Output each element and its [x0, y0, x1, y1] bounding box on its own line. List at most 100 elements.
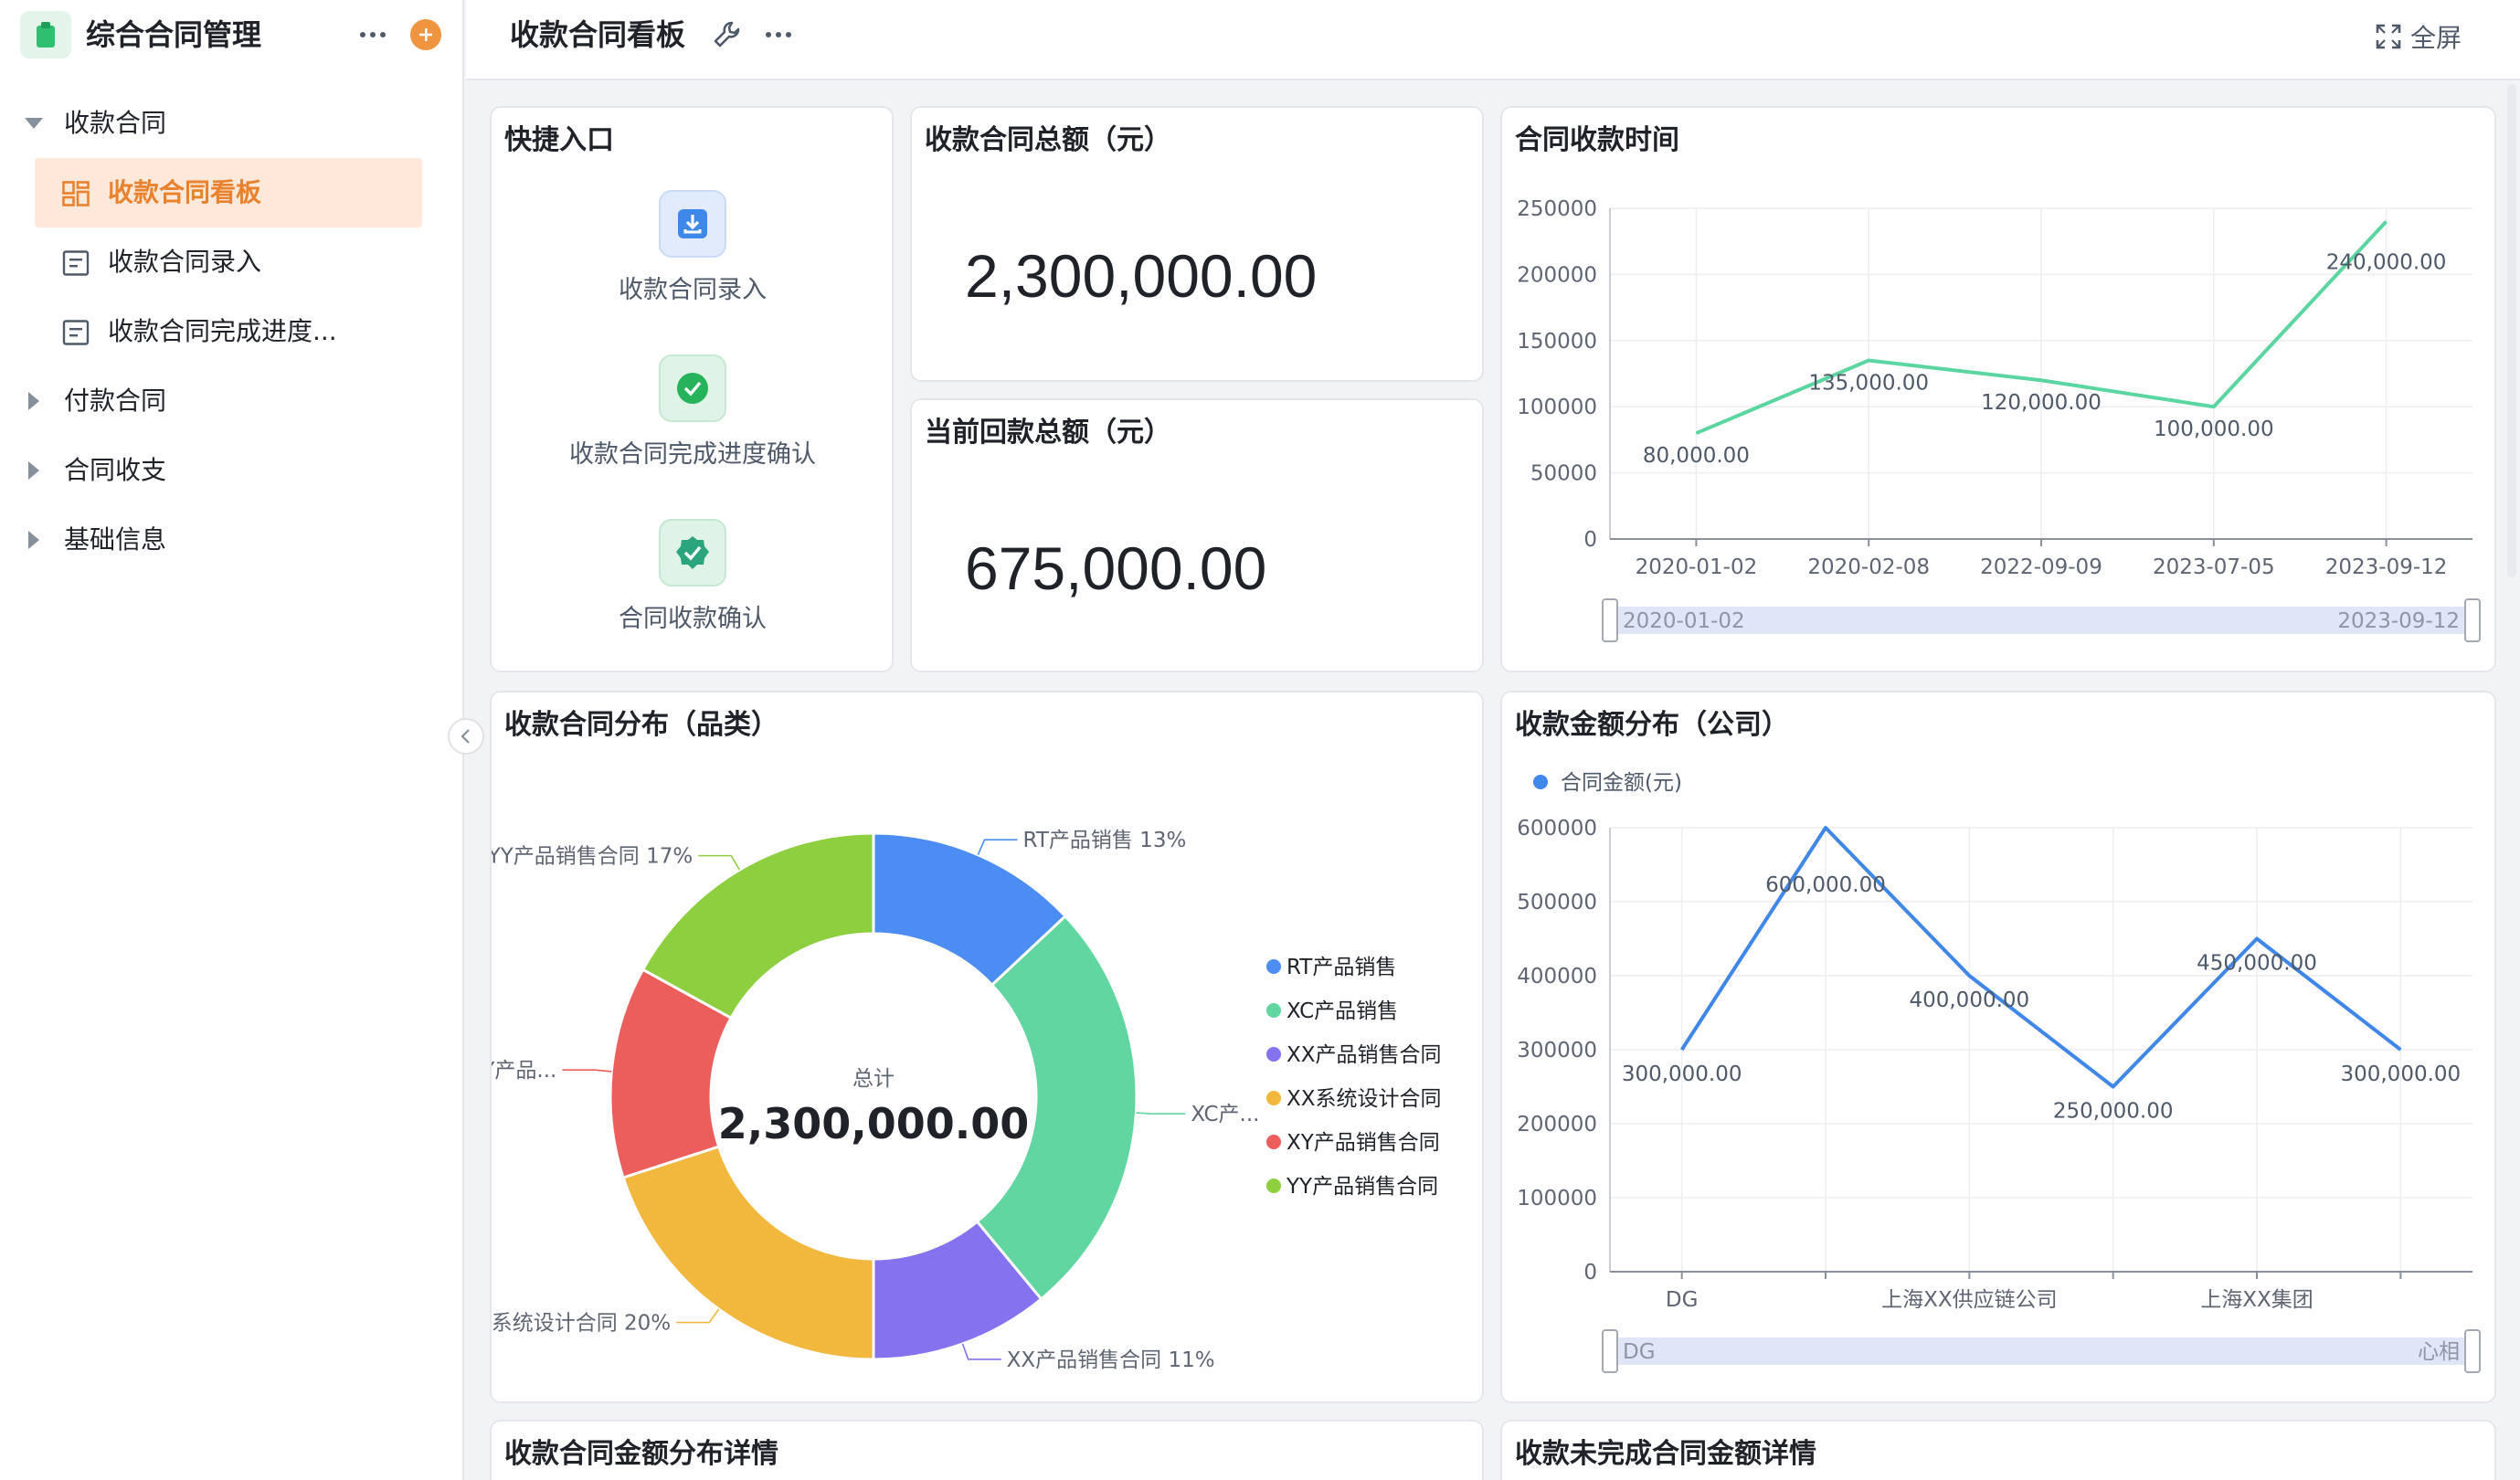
data-label: 135,000.00: [1808, 372, 1929, 396]
legend-marker: [1266, 1047, 1281, 1062]
zoom-slider-start-label: DG: [1623, 1340, 1656, 1364]
expand-icon: [2376, 24, 2401, 49]
data-label: 300,000.00: [2340, 1062, 2461, 1086]
x-tick-label: 2023-09-12: [2325, 555, 2448, 579]
caret-right-icon: [24, 460, 44, 481]
category-chart-card: 收款合同分布（品类） RT产品销售 13%XC产...XX产品销售合同 11%X…: [490, 691, 1484, 1403]
zoom-slider-handle-right: [2464, 1329, 2481, 1373]
unfinished-detail-card: 收款未完成合同金额详情: [1500, 1420, 2496, 1480]
zoom-slider-start-label: 2020-01-02: [1623, 609, 1745, 633]
sidebar: 综合合同管理 收款合同 收款合同看板 收款合同录入 收款合同完成进度... 付款…: [0, 0, 464, 1480]
y-tick-label: 100000: [1517, 396, 1597, 419]
data-label: 450,000.00: [2197, 952, 2317, 976]
slice-leader-line: [698, 854, 741, 871]
data-label: 400,000.00: [1909, 988, 2029, 1012]
y-tick-label: 50000: [1530, 462, 1597, 486]
legend-label: XY产品销售合同: [1286, 1131, 1440, 1155]
sidebar-group-label: 合同收支: [64, 455, 167, 485]
zoom-slider-end-label: 2023-09-12: [2337, 609, 2460, 633]
time-line-chart: 0 50000 100000 150000 200000 250000 2020-01-02…: [1517, 197, 2481, 642]
sidebar-group-payment[interactable]: 付款合同: [0, 366, 464, 436]
x-tick-label: 2023-07-05: [2153, 555, 2275, 579]
shortcut-collection-confirm[interactable]: 合同收款确认: [492, 519, 892, 636]
slice-label: XY产品...: [492, 1059, 556, 1083]
company-chart-card: 收款金额分布（公司） 合同金额(元) 0 100000 200000 300000 400…: [1500, 691, 2496, 1403]
slice-label: XC产...: [1191, 1103, 1259, 1126]
legend-marker: [1533, 775, 1548, 789]
slice-leader-line: [1136, 1112, 1186, 1115]
slice-leader-line: [562, 1069, 612, 1073]
wrench-icon[interactable]: [711, 18, 744, 51]
collapse-sidebar-button[interactable]: [448, 718, 484, 755]
card-title: 快捷入口: [504, 124, 614, 156]
page-scrollbar[interactable]: [2507, 84, 2516, 577]
legend-marker: [1266, 1135, 1281, 1149]
x-tick-label: 上海XX集团: [2200, 1288, 2314, 1312]
x-tick-label: 2020-02-08: [1807, 555, 1930, 579]
card-title: 收款合同总额（元）: [925, 124, 1171, 156]
card-title: 收款未完成合同金额详情: [1515, 1438, 1816, 1470]
sidebar-group-basic-info[interactable]: 基础信息: [0, 505, 464, 575]
y-tick-label: 0: [1583, 1261, 1597, 1284]
data-label: 250,000.00: [2053, 1100, 2174, 1124]
y-tick-label: 0: [1583, 528, 1597, 552]
shortcut-label: 收款合同录入: [619, 276, 767, 304]
page-header: 收款合同看板 全屏: [466, 0, 2520, 80]
donut-center-label: 总计: [852, 1067, 895, 1091]
zoom-slider-handle-left: [1602, 598, 1618, 642]
fullscreen-button[interactable]: 全屏: [2376, 18, 2462, 55]
add-icon[interactable]: [410, 19, 441, 50]
y-tick-label: 100000: [1517, 1187, 1597, 1210]
y-tick-label: 300000: [1517, 1039, 1597, 1062]
shortcut-progress-confirm[interactable]: 收款合同完成进度确认: [492, 354, 892, 471]
slice-leader-line: [977, 839, 1018, 856]
check-circle-icon: [659, 354, 726, 422]
check-badge-icon: [659, 519, 726, 587]
company-line-chart: 合同金额(元) 0 100000 200000 300000 400000 500000 60…: [1517, 771, 2481, 1373]
page-title: 收款合同看板: [510, 17, 686, 52]
legend-label: XC产品销售: [1286, 999, 1398, 1023]
sidebar-item-receipt-entry[interactable]: 收款合同录入: [0, 227, 464, 297]
y-tick-label: 600000: [1517, 817, 1597, 840]
x-tick-label: 上海XX供应链公司: [1881, 1288, 2058, 1312]
sidebar-group-label: 付款合同: [64, 386, 167, 416]
sidebar-item-label: 收款合同完成进度...: [108, 316, 337, 346]
data-label: 240,000.00: [2326, 250, 2447, 274]
fullscreen-label: 全屏: [2410, 23, 2462, 53]
slice-leader-line: [961, 1343, 1001, 1360]
data-label: 300,000.00: [1622, 1062, 1742, 1086]
time-chart-card: 合同收款时间 0 50000 100000 150000 200000 250000 202…: [1500, 106, 2496, 672]
kpi-collected-value: 675,000.00: [965, 534, 1267, 602]
app-more-icon[interactable]: [355, 16, 391, 53]
sidebar-item-receipt-board[interactable]: 收款合同看板: [35, 158, 422, 227]
slice-label: XX产品销售合同 11%: [1007, 1348, 1215, 1372]
legend-marker: [1266, 1091, 1281, 1105]
zoom-slider-handle-right: [2464, 598, 2481, 642]
dashboard-icon: [62, 181, 90, 206]
sidebar-item-label: 收款合同录入: [108, 247, 262, 277]
card-title: 当前回款总额（元）: [925, 417, 1171, 449]
form-icon: [62, 250, 90, 276]
category-donut-chart: RT产品销售 13% XC产... XX产品销售合同 11% XX系统设计合同 20%…: [492, 829, 1442, 1372]
legend-label: XX系统设计合同: [1286, 1087, 1442, 1111]
data-label: 120,000.00: [1981, 391, 2102, 415]
quick-entry-card: 快捷入口 收款合同录入 收款合同完成进度确认 合同收款确认: [490, 106, 894, 672]
legend-label: RT产品销售: [1286, 956, 1396, 979]
sidebar-group-receipt[interactable]: 收款合同: [0, 89, 464, 158]
page-more-icon[interactable]: [760, 16, 797, 53]
sidebar-item-receipt-progress[interactable]: 收款合同完成进度...: [0, 297, 464, 366]
y-tick-label: 200000: [1517, 1113, 1597, 1136]
legend-label: 合同金额(元): [1561, 771, 1682, 795]
chevron-left-icon: [461, 729, 470, 744]
app-root: 综合合同管理 收款合同 收款合同看板 收款合同录入 收款合同完成进度... 付款…: [0, 0, 2520, 1480]
y-tick-label: 500000: [1517, 891, 1597, 914]
shortcut-receipt-entry[interactable]: 收款合同录入: [492, 190, 892, 307]
legend-marker: [1266, 959, 1281, 974]
caret-down-icon: [24, 113, 44, 133]
zoom-slider-handle-left: [1602, 1329, 1618, 1373]
app-title: 综合合同管理: [86, 17, 262, 52]
sidebar-group-income-expense[interactable]: 合同收支: [0, 436, 464, 505]
kpi-total-card: 收款合同总额（元） 2,300,000.00: [910, 106, 1484, 382]
clipboard-icon: [20, 11, 71, 58]
zoom-slider-end-label: 心相: [2418, 1340, 2460, 1364]
